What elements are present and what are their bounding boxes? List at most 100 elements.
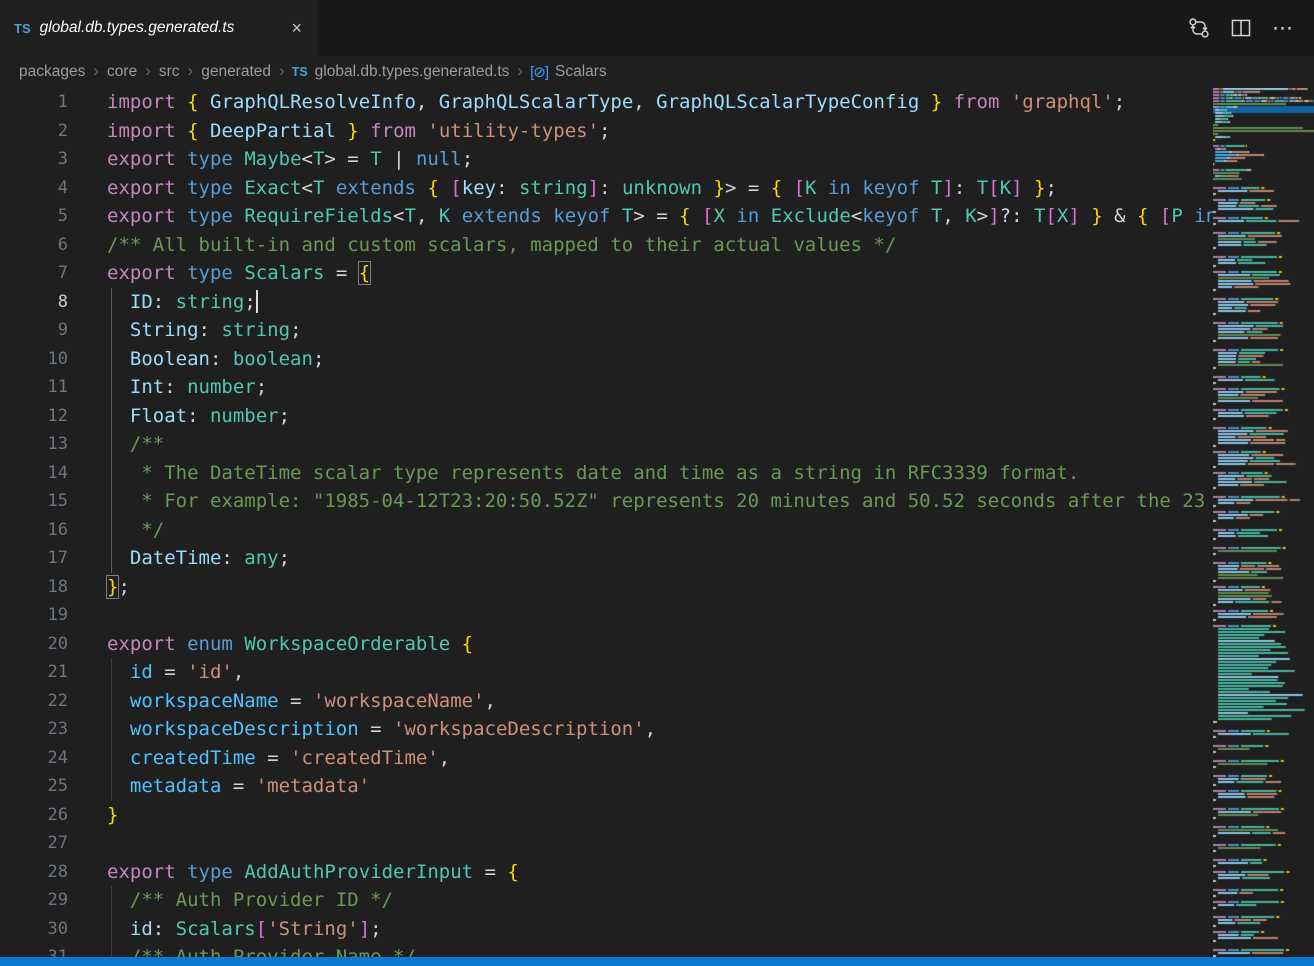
line-number[interactable]: 10	[0, 349, 68, 369]
line-number[interactable]: 1	[0, 92, 68, 112]
code-token	[107, 661, 130, 683]
code-line[interactable]: 24 createdTime = 'createdTime',	[0, 744, 1213, 773]
code-token: workspaceDescription	[130, 718, 359, 740]
line-number[interactable]: 17	[0, 548, 68, 568]
line-number[interactable]: 23	[0, 719, 68, 739]
code-token: K	[1000, 177, 1011, 199]
line-number[interactable]: 11	[0, 377, 68, 397]
code-line[interactable]: 21 id = 'id',	[0, 658, 1213, 687]
code-line[interactable]: 23 workspaceDescription = 'workspaceDesc…	[0, 715, 1213, 744]
code-line[interactable]: 10 Boolean: boolean;	[0, 345, 1213, 374]
close-icon[interactable]: ×	[287, 17, 306, 39]
code-line[interactable]: 14 * The DateTime scalar type represents…	[0, 459, 1213, 488]
code-token: :	[599, 177, 622, 199]
code-token: export	[107, 861, 176, 883]
line-number[interactable]: 13	[0, 434, 68, 454]
line-number[interactable]: 24	[0, 748, 68, 768]
code-token: X	[714, 205, 725, 227]
breadcrumb-symbol[interactable]: Scalars	[554, 63, 608, 81]
code-line[interactable]: 26}	[0, 801, 1213, 830]
code-text: /** All built-in and custom scalars, map…	[107, 231, 896, 260]
editor-tab[interactable]: TS global.db.types.generated.ts ×	[0, 0, 318, 56]
line-number[interactable]: 15	[0, 491, 68, 511]
code-line[interactable]: 15 * For example: "1985-04-12T23:20:50.5…	[0, 487, 1213, 516]
line-number[interactable]: 21	[0, 662, 68, 682]
code-line[interactable]: 16 */	[0, 516, 1213, 545]
minimap[interactable]	[1213, 88, 1314, 966]
code-token: 'metadata'	[256, 775, 370, 797]
code-line[interactable]: 6 /** All built-in and custom scalars, ma…	[0, 231, 1213, 260]
code-line[interactable]: 29 /** Auth Provider ID */	[0, 886, 1213, 915]
line-number[interactable]: 26	[0, 805, 68, 825]
code-line[interactable]: 28export type AddAuthProviderInput = {	[0, 858, 1213, 887]
line-number[interactable]: 4	[0, 178, 68, 198]
code-token: ;	[118, 576, 129, 598]
line-number[interactable]: 30	[0, 919, 68, 939]
code-line[interactable]: 7export type Scalars = {	[0, 259, 1213, 288]
code-token: T	[977, 177, 988, 199]
code-line[interactable]: 3export type Maybe<T> = T | null;	[0, 145, 1213, 174]
code-lines[interactable]: 1import { GraphQLResolveInfo, GraphQLSca…	[0, 88, 1213, 966]
code-token: }	[1034, 177, 1045, 199]
code-token: unknown	[622, 177, 702, 199]
line-number[interactable]: 19	[0, 605, 68, 625]
line-number[interactable]: 5	[0, 206, 68, 226]
line-number[interactable]: 22	[0, 691, 68, 711]
code-token: 'createdTime'	[290, 747, 439, 769]
code-line[interactable]: 30 id: Scalars['String'];	[0, 915, 1213, 944]
code-text: metadata = 'metadata'	[107, 772, 370, 801]
line-number[interactable]: 20	[0, 634, 68, 654]
code-token: ,	[416, 91, 439, 113]
breadcrumb-file[interactable]: global.db.types.generated.ts	[314, 63, 511, 81]
code-token: }	[931, 91, 942, 113]
line-number[interactable]: 12	[0, 406, 68, 426]
code-line[interactable]: 11 Int: number;	[0, 373, 1213, 402]
line-number[interactable]: 29	[0, 890, 68, 910]
code-line[interactable]: 18};	[0, 573, 1213, 602]
code-token: =	[473, 861, 507, 883]
line-number[interactable]: 14	[0, 463, 68, 483]
more-actions-icon[interactable]: ⋯	[1266, 11, 1300, 45]
code-line[interactable]: 25 metadata = 'metadata'	[0, 772, 1213, 801]
line-number[interactable]: 2	[0, 121, 68, 141]
code-line[interactable]: 27	[0, 829, 1213, 858]
line-number[interactable]: 3	[0, 149, 68, 169]
code-token: {	[359, 262, 370, 284]
code-token: ID	[130, 291, 153, 313]
code-line[interactable]: 5export type RequireFields<T, K extends …	[0, 202, 1213, 231]
breadcrumb-item-generated[interactable]: generated	[200, 63, 272, 81]
code-line[interactable]: 9 String: string;	[0, 316, 1213, 345]
code-token: :	[187, 405, 210, 427]
line-number[interactable]: 18	[0, 577, 68, 597]
code-line[interactable]: 17 DateTime: any;	[0, 544, 1213, 573]
code-editor[interactable]: 1import { GraphQLResolveInfo, GraphQLSca…	[0, 88, 1314, 966]
code-line[interactable]: 2import { DeepPartial } from 'utility-ty…	[0, 117, 1213, 146]
line-number[interactable]: 25	[0, 776, 68, 796]
code-line[interactable]: 20export enum WorkspaceOrderable {	[0, 630, 1213, 659]
code-line[interactable]: 22 workspaceName = 'workspaceName',	[0, 687, 1213, 716]
chevron-right-icon: ›	[272, 61, 292, 81]
code-line[interactable]: 8 ID: string;	[0, 288, 1213, 317]
breadcrumb-item-src[interactable]: src	[158, 63, 181, 81]
line-number[interactable]: 7	[0, 263, 68, 283]
breadcrumb-item-packages[interactable]: packages	[18, 63, 86, 81]
code-line[interactable]: 4export type Exact<T extends { [key: str…	[0, 174, 1213, 203]
line-number[interactable]: 27	[0, 833, 68, 853]
line-number[interactable]: 8	[0, 292, 68, 312]
code-line[interactable]: 1import { GraphQLResolveInfo, GraphQLSca…	[0, 88, 1213, 117]
code-token: import	[107, 91, 176, 113]
code-line[interactable]: 12 Float: number;	[0, 402, 1213, 431]
open-changes-icon[interactable]	[1182, 11, 1216, 45]
line-number[interactable]: 6	[0, 235, 68, 255]
split-editor-icon[interactable]	[1224, 11, 1258, 45]
code-line[interactable]: 19	[0, 601, 1213, 630]
code-token	[1148, 205, 1159, 227]
code-token: import	[107, 120, 176, 142]
line-number[interactable]: 16	[0, 520, 68, 540]
chevron-right-icon: ›	[181, 61, 201, 81]
line-number[interactable]: 9	[0, 320, 68, 340]
line-number[interactable]: 28	[0, 862, 68, 882]
code-text: id: Scalars['String'];	[107, 915, 382, 944]
breadcrumb-item-core[interactable]: core	[106, 63, 138, 81]
code-line[interactable]: 13 /**	[0, 430, 1213, 459]
